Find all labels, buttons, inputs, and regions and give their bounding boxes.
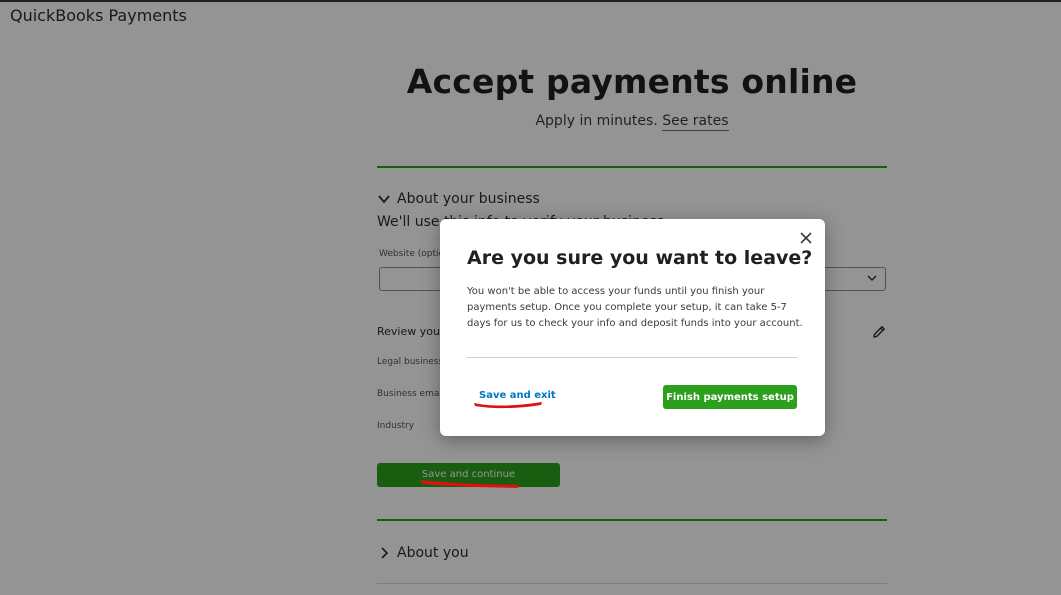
finish-payments-setup-button[interactable]: Finish payments setup [663,385,797,409]
leave-confirmation-dialog: Are you sure you want to leave? You won'… [440,219,825,436]
annotation-underline [474,402,542,409]
dialog-divider [467,357,797,358]
annotation-underline [420,480,519,488]
close-icon[interactable] [799,231,813,245]
dialog-title: Are you sure you want to leave? [467,247,813,269]
dialog-body: You won't be able to access your funds u… [467,286,803,329]
